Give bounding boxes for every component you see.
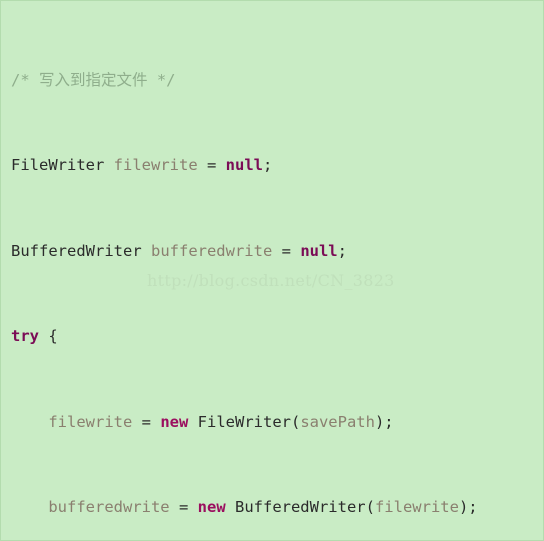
code-line: filewrite = new FileWriter(savePath);	[1, 412, 543, 433]
code-line: try {	[1, 326, 543, 347]
code-line: bufferedwrite = new BufferedWriter(filew…	[1, 497, 543, 518]
type-token: BufferedWriter(	[225, 497, 375, 516]
code-lines-container: /* 写入到指定文件 */ FileWriter filewrite = nul…	[1, 6, 543, 540]
new-keyword-token: new	[160, 412, 189, 431]
new-keyword-token: new	[197, 497, 226, 516]
type-token: FileWriter(	[188, 412, 301, 431]
variable-token: filewrite	[48, 412, 133, 431]
argument-token: savePath	[300, 412, 375, 431]
variable-token: bufferedwrite	[48, 497, 170, 516]
operator-token: =	[272, 241, 301, 260]
comment-token: /*	[11, 71, 39, 90]
type-token: BufferedWriter	[11, 241, 142, 260]
code-line: FileWriter filewrite = null;	[1, 155, 543, 176]
variable-token: bufferedwrite	[141, 241, 273, 260]
code-snippet-viewer: http://blog.csdn.net/CN_3823 /* 写入到指定文件 …	[0, 0, 544, 541]
null-keyword-token: null	[300, 241, 338, 260]
operator-token: =	[132, 412, 161, 431]
argument-token: filewrite	[374, 497, 459, 516]
operator-token: =	[169, 497, 198, 516]
line-end-token: );	[458, 497, 478, 516]
code-line: /* 写入到指定文件 */	[1, 70, 543, 91]
comment-end-token: */	[147, 71, 176, 90]
comment-cjk-token: 写入到指定文件	[39, 71, 148, 90]
brace-token: {	[39, 327, 58, 346]
type-token: FileWriter	[11, 156, 105, 175]
line-end-token: );	[374, 412, 394, 431]
variable-token: filewrite	[104, 156, 198, 175]
semicolon-token: ;	[337, 241, 347, 260]
operator-token: =	[197, 156, 226, 175]
code-line: BufferedWriter bufferedwrite = null;	[1, 241, 543, 262]
null-keyword-token: null	[225, 156, 263, 175]
try-keyword-token: try	[11, 327, 39, 346]
semicolon-token: ;	[262, 156, 273, 175]
